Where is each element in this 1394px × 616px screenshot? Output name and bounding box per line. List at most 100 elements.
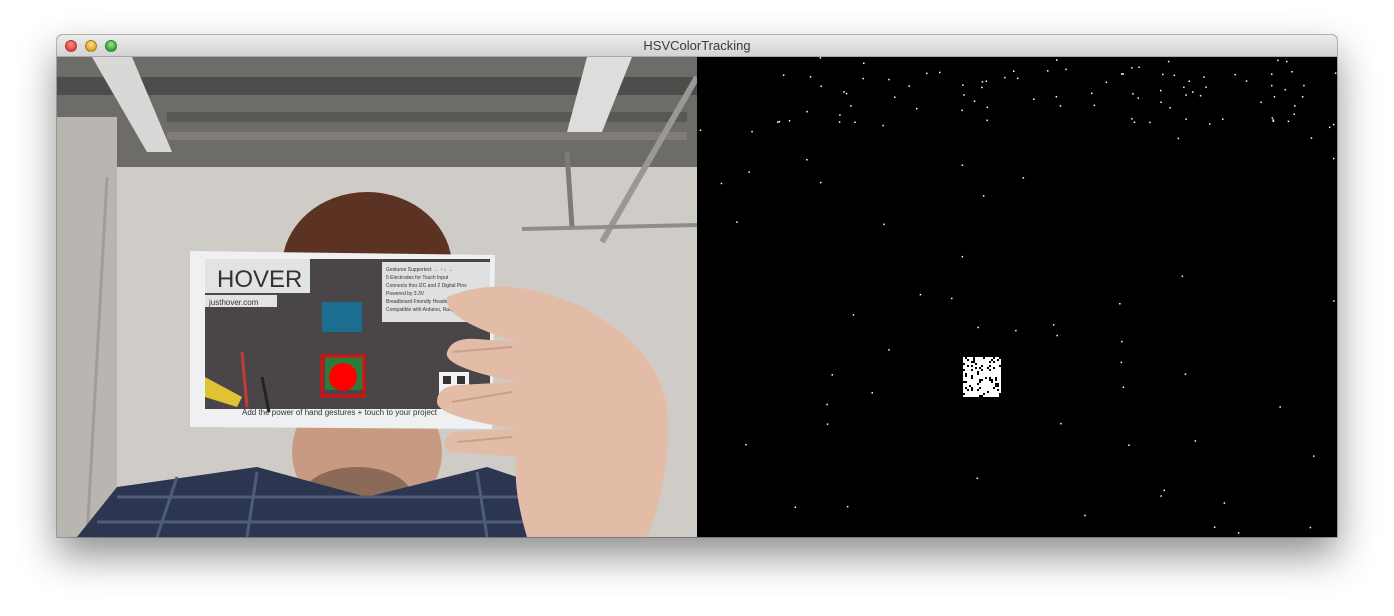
blob-pixel — [963, 357, 965, 359]
blob-pixel — [981, 361, 983, 363]
blob-pixel — [967, 383, 969, 385]
mask-pixel — [1309, 526, 1312, 529]
mask-pixel — [845, 92, 848, 95]
blob-pixel — [997, 365, 999, 367]
window-title: HSVColorTracking — [643, 38, 751, 53]
blob-pixel — [969, 389, 971, 391]
blob-pixel — [993, 383, 995, 385]
blob-pixel — [979, 369, 981, 371]
blob-pixel — [985, 393, 987, 395]
blob-pixel — [993, 391, 995, 393]
blob-pixel — [983, 379, 985, 381]
mask-pixel — [919, 293, 922, 296]
blob-pixel — [977, 379, 979, 381]
mask-pixel — [1332, 123, 1335, 126]
blob-pixel — [979, 363, 981, 365]
blob-pixel — [969, 363, 971, 365]
blob-pixel — [989, 393, 991, 395]
mask-pixel — [1047, 70, 1049, 72]
mask-pixel — [788, 120, 791, 122]
blob-pixel — [973, 371, 975, 373]
mask-pixel — [986, 106, 989, 109]
blob-pixel — [985, 383, 987, 385]
blob-pixel — [971, 359, 973, 361]
blob-pixel — [995, 391, 997, 393]
mask-pixel — [1287, 120, 1290, 123]
blob-pixel — [963, 365, 965, 367]
blob-pixel — [983, 361, 985, 363]
blob-pixel — [965, 369, 967, 371]
blob-pixel — [973, 391, 975, 393]
blob-pixel — [983, 363, 985, 365]
blob-pixel — [989, 363, 991, 365]
mask-pixel — [1022, 177, 1025, 179]
blob-pixel — [965, 365, 967, 367]
blob-pixel — [965, 359, 967, 361]
mask-pixel — [1133, 121, 1136, 123]
mask-pixel — [1333, 157, 1335, 160]
mask-pixel — [986, 119, 988, 122]
blob-pixel — [977, 357, 979, 359]
mask-pixel — [1105, 81, 1108, 83]
blob-pixel — [999, 379, 1001, 381]
mask-pixel — [1328, 126, 1331, 129]
mask-pixel — [1271, 84, 1273, 87]
blob-pixel — [971, 373, 973, 375]
blob-pixel — [991, 357, 993, 359]
mask-pixel — [888, 78, 890, 81]
blob-pixel — [987, 389, 989, 391]
blob-pixel — [965, 383, 967, 385]
blob-pixel — [969, 387, 971, 389]
blob-pixel — [987, 393, 989, 395]
blob-pixel — [985, 365, 987, 367]
blob-pixel — [987, 379, 989, 381]
mask-pixel — [806, 159, 808, 161]
blob-pixel — [969, 383, 971, 385]
mask-pixel — [819, 57, 822, 59]
blob-pixel — [983, 383, 985, 385]
blob-pixel — [975, 377, 977, 379]
blob-pixel — [991, 387, 993, 389]
blob-pixel — [993, 359, 995, 361]
mask-pixel — [977, 326, 979, 329]
blob-pixel — [979, 357, 981, 359]
blob-pixel — [973, 381, 975, 383]
blob-pixel — [995, 369, 997, 371]
mask-pixel — [1209, 123, 1211, 125]
blob-pixel — [985, 385, 987, 387]
blob-pixel — [965, 393, 967, 395]
mask-pixel — [838, 121, 841, 123]
blob-pixel — [991, 363, 993, 365]
blob-pixel — [979, 373, 981, 375]
blob-pixel — [977, 381, 979, 383]
blob-pixel — [989, 359, 991, 361]
blob-pixel — [975, 375, 977, 377]
mask-pixel — [1091, 92, 1093, 95]
blob-pixel — [965, 377, 967, 379]
blob-pixel — [975, 385, 977, 387]
mask-pixel — [1291, 71, 1293, 73]
mask-pixel — [1188, 80, 1190, 82]
blob-pixel — [993, 385, 995, 387]
mask-pixel — [908, 85, 910, 87]
mask-pixel — [1192, 91, 1194, 93]
mask-pixel — [820, 85, 822, 87]
blob-pixel — [987, 395, 989, 397]
card-spec-line: Breadboard Friendly Header — [386, 299, 449, 305]
mask-pixel — [1013, 70, 1015, 72]
blob-pixel — [981, 385, 983, 387]
blob-pixel — [991, 367, 993, 369]
blob-pixel — [985, 363, 987, 365]
blob-pixel — [981, 387, 983, 389]
blob-pixel — [965, 379, 967, 381]
blob-pixel — [967, 395, 969, 397]
mask-pixel — [1203, 76, 1205, 78]
title-bar[interactable]: HSVColorTracking — [57, 35, 1337, 57]
mask-pixel — [1222, 118, 1224, 120]
mask-pixel — [961, 109, 963, 112]
mask-pixel — [1313, 455, 1315, 457]
blob-pixel — [969, 357, 971, 359]
mask-pixel — [806, 110, 808, 113]
tracked-object-marker — [329, 363, 357, 391]
blob-pixel — [981, 381, 983, 383]
